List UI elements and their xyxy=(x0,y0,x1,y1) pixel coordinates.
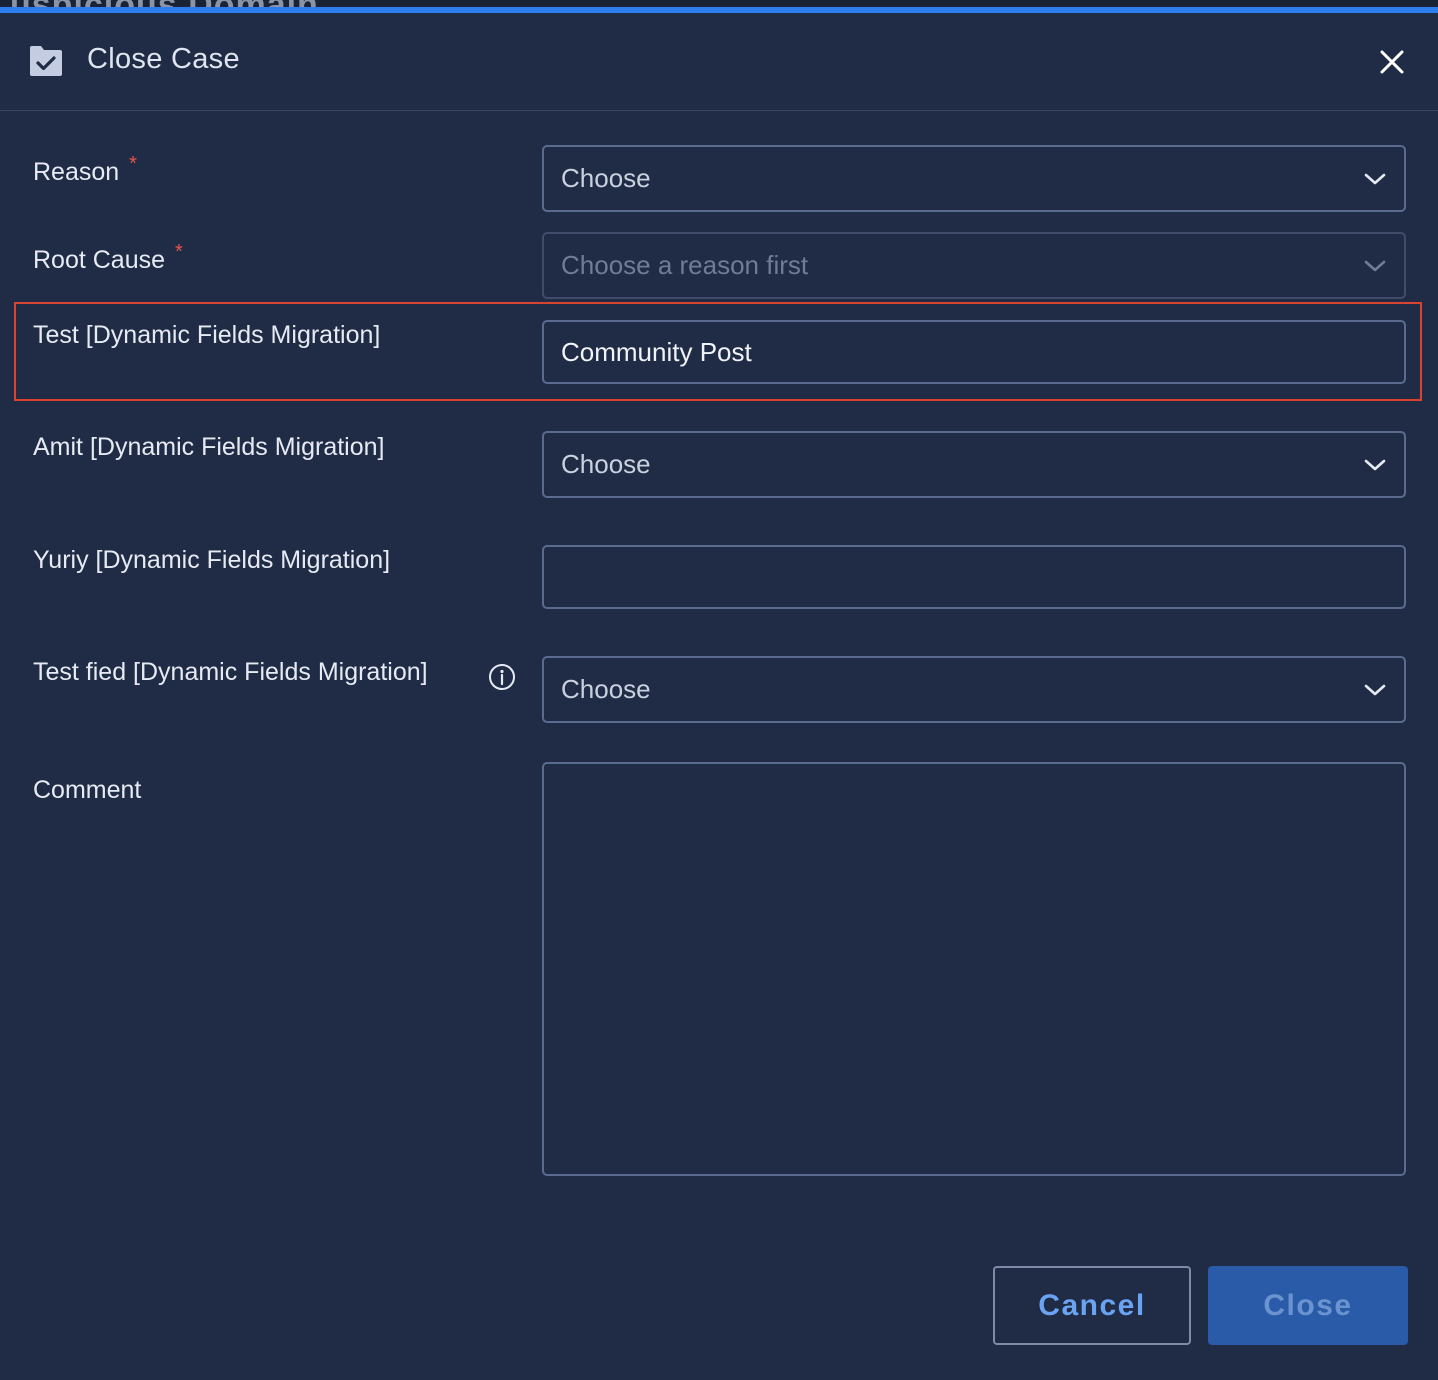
chevron-down-icon xyxy=(1364,459,1386,471)
required-marker: * xyxy=(129,153,137,175)
root-cause-select: Choose a reason first xyxy=(542,232,1406,299)
root-cause-label: Root Cause * xyxy=(33,241,473,280)
test-dynamic-input[interactable]: Community Post xyxy=(542,320,1406,384)
yuriy-dynamic-input[interactable] xyxy=(542,545,1406,609)
amit-dynamic-select[interactable]: Choose xyxy=(542,431,1406,498)
test-fied-dynamic-select[interactable]: Choose xyxy=(542,656,1406,723)
comment-textarea[interactable] xyxy=(542,762,1406,1176)
dialog-header: Close Case xyxy=(0,13,1438,111)
reason-select[interactable]: Choose xyxy=(542,145,1406,212)
cancel-button[interactable]: Cancel xyxy=(993,1266,1191,1345)
reason-label: Reason * xyxy=(33,153,473,192)
test-fied-dynamic-select-value: Choose xyxy=(561,674,651,704)
close-icon[interactable] xyxy=(1376,46,1408,78)
amit-dynamic-label: Amit [Dynamic Fields Migration] xyxy=(33,433,385,461)
root-cause-label-text: Root Cause xyxy=(33,246,166,274)
chevron-down-icon xyxy=(1364,260,1386,272)
chevron-down-icon xyxy=(1364,173,1386,185)
reason-select-value: Choose xyxy=(561,163,651,193)
test-dynamic-label: Test [Dynamic Fields Migration] xyxy=(33,321,381,349)
root-cause-placeholder: Choose a reason first xyxy=(561,250,809,280)
info-icon[interactable] xyxy=(488,663,516,691)
comment-label: Comment xyxy=(33,776,142,804)
dialog-title: Close Case xyxy=(87,43,240,75)
test-dynamic-input-value: Community Post xyxy=(561,337,752,367)
test-fied-dynamic-label: Test fied [Dynamic Fields Migration] xyxy=(33,658,428,686)
close-button[interactable]: Close xyxy=(1208,1266,1408,1345)
yuriy-dynamic-label: Yuriy [Dynamic Fields Migration] xyxy=(33,546,391,574)
reason-label-text: Reason xyxy=(33,158,120,186)
required-marker: * xyxy=(175,241,183,263)
amit-dynamic-select-value: Choose xyxy=(561,449,651,479)
chevron-down-icon xyxy=(1364,684,1386,696)
folder-check-icon xyxy=(28,44,64,78)
close-case-dialog: Close Case Reason * Choose Root Cause * Ch… xyxy=(0,13,1438,1380)
